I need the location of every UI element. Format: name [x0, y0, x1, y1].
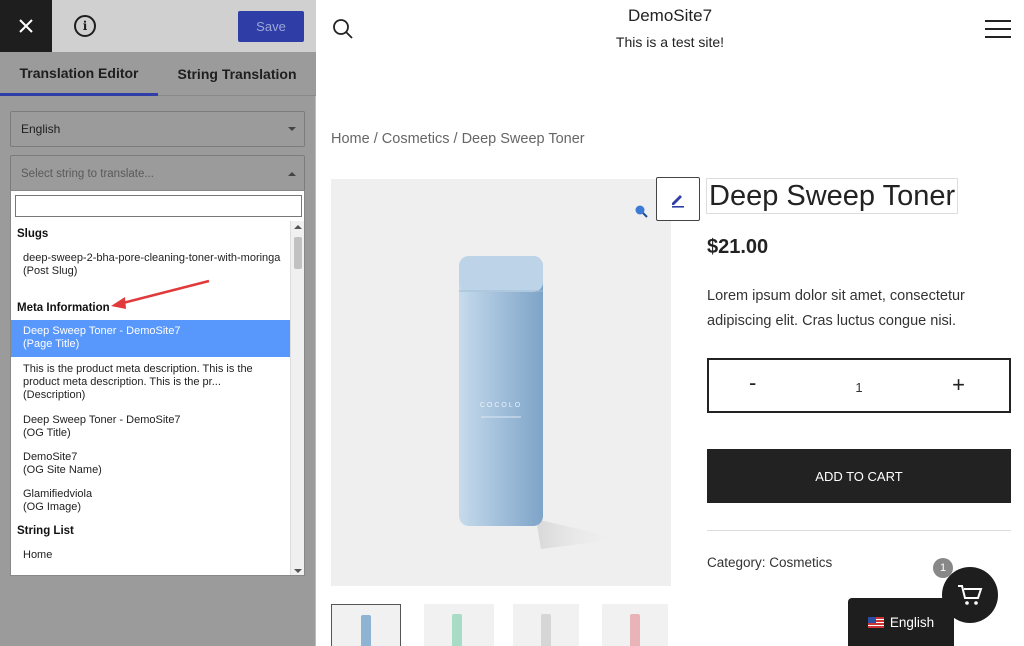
string-search-input[interactable] — [15, 195, 302, 217]
category-label: Category: — [707, 555, 770, 570]
edit-title-button[interactable] — [656, 177, 700, 221]
scroll-up-arrow-icon[interactable] — [294, 225, 302, 229]
option-label: deep-sweep-2-bha-pore-cleaning-toner-wit… — [23, 252, 281, 264]
zoom-icon[interactable] — [634, 204, 648, 218]
chevron-down-icon — [288, 127, 296, 131]
language-select-value: English — [21, 122, 61, 136]
translation-editor-panel: i Save Translation Editor String Transla… — [0, 0, 316, 646]
group-label-meta-information: Meta Information — [17, 302, 110, 314]
option-label: Home — [23, 549, 53, 561]
product-price: $21.00 — [707, 236, 769, 258]
option-label: DemoSite7 — [23, 451, 78, 463]
scroll-down-arrow-icon[interactable] — [294, 569, 302, 573]
breadcrumb: Home / Cosmetics / Deep Sweep Toner — [331, 131, 585, 147]
group-label-string-list: String List — [17, 525, 74, 537]
product-title[interactable]: Deep Sweep Toner — [706, 178, 959, 214]
hamburger-menu-icon[interactable] — [985, 20, 1011, 40]
add-to-cart-button[interactable]: ADD TO CART — [707, 449, 1011, 503]
tab-translation-editor[interactable]: Translation Editor — [0, 52, 158, 96]
breadcrumb-category-link[interactable]: Cosmetics — [382, 131, 450, 147]
option-type: (Page Title) — [23, 338, 80, 350]
quantity-stepper: - 1 + — [707, 358, 1011, 413]
thumbnail-image — [452, 614, 462, 646]
bottle-brand-text: COCOLO — [480, 402, 522, 409]
option-type: (Post Slug) — [23, 265, 78, 277]
product-image[interactable]: COCOLO — [331, 179, 671, 586]
toner-bottle-image: COCOLO — [459, 256, 621, 549]
us-flag-icon — [867, 616, 884, 628]
cart-count-badge: 1 — [933, 558, 953, 578]
thumbnail-4[interactable] — [602, 604, 668, 646]
option-label: Deep Sweep Toner - DemoSite7 — [23, 325, 181, 337]
option-label: Deep Sweep Toner - DemoSite7 — [23, 414, 181, 426]
string-option-list: Slugs deep-sweep-2-bha-pore-cleaning-ton… — [11, 221, 290, 575]
option-label: Glamifiedviola — [23, 488, 93, 500]
search-icon[interactable] — [332, 18, 354, 40]
breadcrumb-home-link[interactable]: Home — [331, 131, 370, 147]
product-category: Category: Cosmetics — [707, 555, 832, 570]
breadcrumb-separator: / — [449, 131, 462, 147]
option-post-slug[interactable]: deep-sweep-2-bha-pore-cleaning-toner-wit… — [11, 252, 290, 278]
category-link[interactable]: Cosmetics — [769, 555, 832, 570]
scrollbar-thumb[interactable] — [294, 237, 302, 269]
annotation-arrow — [111, 279, 210, 309]
info-icon[interactable]: i — [74, 15, 96, 37]
close-icon — [19, 19, 33, 33]
language-switcher[interactable]: English — [848, 598, 954, 646]
quantity-increase-button[interactable]: + — [952, 372, 965, 398]
option-type: (Description) — [23, 389, 86, 401]
close-button[interactable] — [0, 0, 52, 52]
group-label-slugs: Slugs — [17, 228, 49, 240]
thumbnail-3[interactable] — [513, 604, 579, 646]
thumbnail-image — [361, 615, 371, 646]
editor-toolbar: i Save — [0, 0, 316, 52]
breadcrumb-current: Deep Sweep Toner — [461, 131, 585, 147]
save-button[interactable]: Save — [238, 11, 304, 42]
tab-string-translation[interactable]: String Translation — [158, 52, 316, 96]
string-select-placeholder: Select string to translate... — [21, 167, 154, 180]
language-switcher-label: English — [889, 614, 935, 630]
screen: i Save Translation Editor String Transla… — [0, 0, 1024, 646]
option-page-title[interactable]: Deep Sweep Toner - DemoSite7 (Page Title… — [11, 320, 290, 357]
breadcrumb-separator: / — [369, 131, 382, 147]
shopping-cart-icon — [958, 585, 983, 605]
site-title[interactable]: DemoSite7 — [520, 6, 820, 26]
option-home[interactable]: Home — [11, 549, 290, 562]
string-dropdown: Slugs deep-sweep-2-bha-pore-cleaning-ton… — [10, 190, 305, 576]
option-description[interactable]: This is the product meta description. Th… — [11, 363, 290, 402]
product-description: Lorem ipsum dolor sit amet, consectetur … — [707, 288, 965, 329]
option-type: (OG Site Name) — [23, 464, 102, 476]
thumbnail-2[interactable] — [424, 604, 494, 646]
thumbnail-1[interactable] — [331, 604, 401, 646]
option-og-image[interactable]: Glamifiedviola (OG Image) — [11, 488, 290, 514]
thumbnail-image — [630, 614, 640, 646]
language-select[interactable]: English — [10, 111, 305, 147]
option-label: This is the product meta description. Th… — [23, 363, 253, 388]
option-type: (OG Title) — [23, 427, 71, 439]
thumbnail-image — [541, 614, 551, 646]
option-type: (OG Image) — [23, 501, 82, 513]
chevron-up-icon — [288, 171, 296, 176]
dropdown-scrollbar[interactable] — [290, 221, 304, 575]
editor-tabs: Translation Editor String Translation — [0, 52, 316, 96]
site-tagline: This is a test site! — [615, 34, 725, 50]
option-og-site-name[interactable]: DemoSite7 (OG Site Name) — [11, 451, 290, 477]
string-select[interactable]: Select string to translate... — [10, 155, 305, 191]
divider — [707, 530, 1011, 531]
option-og-title[interactable]: Deep Sweep Toner - DemoSite7 (OG Title) — [11, 414, 290, 440]
pencil-icon — [672, 195, 684, 208]
